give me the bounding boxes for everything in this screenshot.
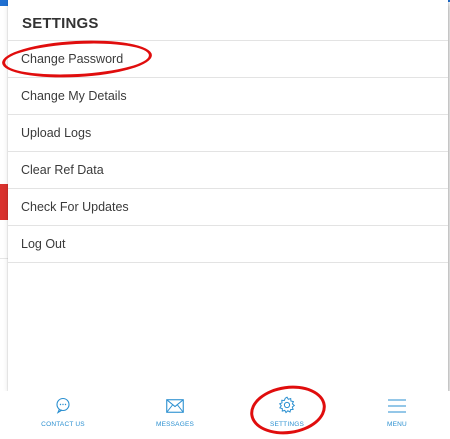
menu-item-check-for-updates[interactable]: Check For Updates [8, 188, 448, 225]
hamburger-icon [388, 399, 406, 413]
menu-item-change-my-details[interactable]: Change My Details [8, 77, 448, 114]
nav-settings[interactable]: SETTINGS [242, 391, 332, 434]
background-red-accent [0, 184, 8, 220]
nav-menu-label: MENU [387, 421, 407, 428]
menu-item-upload-logs[interactable]: Upload Logs [8, 114, 448, 151]
menu-item-change-password[interactable]: Change Password [8, 40, 448, 77]
nav-messages[interactable]: MESSAGES [130, 391, 220, 434]
menu-item-clear-ref-data[interactable]: Clear Ref Data [8, 151, 448, 188]
settings-title: SETTINGS [22, 15, 99, 32]
nav-contact-us-label: CONTACT US [41, 421, 85, 428]
nav-menu[interactable]: MENU [352, 391, 442, 434]
nav-messages-label: MESSAGES [155, 421, 195, 428]
envelope-icon [166, 399, 184, 413]
menu-item-log-out[interactable]: Log Out [8, 225, 448, 263]
settings-menu: Change Password Change My Details Upload… [8, 40, 448, 263]
settings-panel: SETTINGS Change Password Change My Detai… [8, 0, 448, 391]
gear-icon [278, 396, 296, 414]
nav-contact-us[interactable]: CONTACT US [18, 391, 108, 434]
chat-bubble-icon [56, 397, 70, 414]
bottom-navigation: CONTACT US MESSAGES SETTINGS MENU [0, 391, 450, 434]
nav-settings-label: SETTINGS [269, 421, 305, 428]
